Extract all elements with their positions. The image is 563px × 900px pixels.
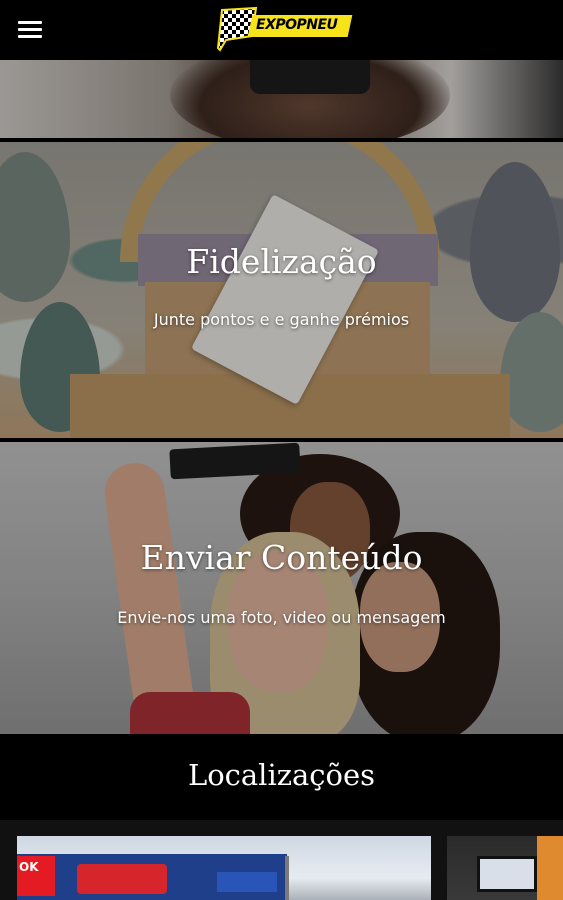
expopneu-logo[interactable]: EXPOPNEU bbox=[216, 6, 353, 52]
menu-bar bbox=[18, 21, 42, 24]
location-card[interactable]: OK bbox=[17, 836, 431, 900]
store-sign-shape bbox=[77, 864, 167, 894]
locations-carousel[interactable]: OK bbox=[0, 820, 563, 900]
menu-bar bbox=[18, 28, 42, 31]
card-overlay bbox=[0, 442, 563, 734]
menu-bar bbox=[18, 35, 42, 38]
location-card[interactable] bbox=[447, 836, 563, 900]
section-title: Localizações bbox=[187, 758, 376, 792]
street-lamp-shape bbox=[285, 856, 289, 900]
hamburger-menu-icon[interactable] bbox=[18, 21, 42, 39]
top-banner-image[interactable] bbox=[0, 60, 563, 138]
fidelizacao-card[interactable]: Fidelização Junte pontos e e ganhe prémi… bbox=[0, 142, 563, 438]
store-sign-shape bbox=[217, 872, 277, 892]
interior-wall-shape bbox=[537, 836, 563, 900]
interior-screen-shape bbox=[477, 856, 537, 892]
app-header: EXPOPNEU bbox=[0, 0, 563, 60]
store-sign-text: OK bbox=[19, 860, 39, 874]
card-title: Enviar Conteúdo bbox=[140, 538, 423, 577]
enviar-conteudo-card[interactable]: Enviar Conteúdo Envie-nos uma foto, vide… bbox=[0, 442, 563, 734]
card-subtitle: Junte pontos e e ganhe prémios bbox=[153, 310, 410, 329]
banner-shade bbox=[0, 60, 563, 138]
locations-section: Localizações bbox=[0, 734, 563, 816]
card-title: Fidelização bbox=[186, 242, 377, 281]
card-overlay bbox=[0, 142, 563, 438]
logo-text: EXPOPNEU bbox=[256, 17, 338, 33]
card-subtitle: Envie-nos uma foto, video ou mensagem bbox=[117, 608, 446, 627]
